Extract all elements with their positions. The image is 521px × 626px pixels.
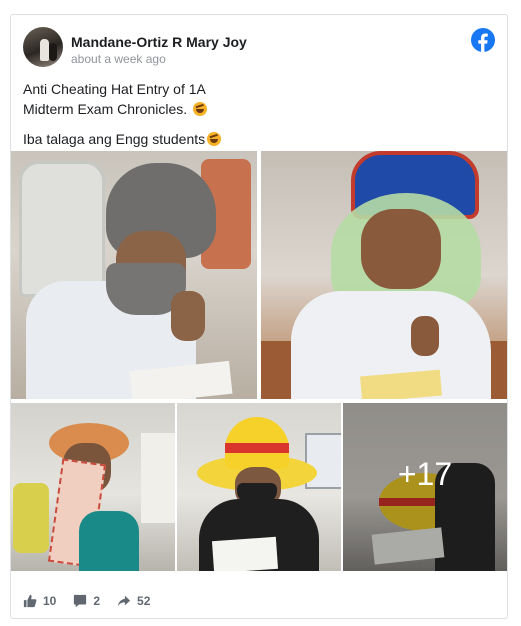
author-name[interactable]: Mandane-Ortiz R Mary Joy xyxy=(71,34,247,50)
avatar-figure xyxy=(40,39,49,61)
photo-student-in-orange-hat[interactable] xyxy=(11,403,175,571)
facebook-logo-icon[interactable] xyxy=(471,28,495,52)
laughing-emoji-icon xyxy=(207,132,222,146)
post-footer: 10 2 52 xyxy=(23,591,167,611)
thumbs-up-icon xyxy=(23,594,37,608)
caption-line: Anti Cheating Hat Entry of 1A xyxy=(23,81,206,97)
laughing-emoji-icon xyxy=(193,102,208,116)
comment-count: 2 xyxy=(93,594,101,608)
photo-student-in-straw-hat-writing[interactable]: +17 xyxy=(343,403,507,571)
share-arrow-icon xyxy=(117,595,131,607)
post-timestamp[interactable]: about a week ago xyxy=(71,52,166,66)
post-caption: Anti Cheating Hat Entry of 1A Midterm Ex… xyxy=(23,79,493,159)
caption-line: Iba talaga ang Engg students xyxy=(23,131,206,147)
comment-icon xyxy=(74,594,87,608)
photo-student-in-cloth-hood[interactable] xyxy=(11,151,257,399)
comment-button[interactable]: 2 xyxy=(73,594,100,608)
like-button[interactable]: 10 xyxy=(23,594,56,608)
post-card: Mandane-Ortiz R Mary Joy about a week ag… xyxy=(10,14,508,619)
share-button[interactable]: 52 xyxy=(117,594,150,608)
like-count: 10 xyxy=(43,594,57,608)
photo-student-in-straw-hat[interactable] xyxy=(177,403,341,571)
share-count: 52 xyxy=(137,594,151,608)
caption-line: Midterm Exam Chronicles. xyxy=(23,101,188,117)
photo-grid: +17 xyxy=(11,151,507,571)
more-photos-count[interactable]: +17 xyxy=(398,456,452,493)
photo-student-in-floral-headdress[interactable] xyxy=(261,151,507,399)
avatar-figure xyxy=(49,43,57,61)
author-avatar[interactable] xyxy=(23,27,63,67)
more-photos-overlay[interactable]: +17 xyxy=(343,403,507,571)
